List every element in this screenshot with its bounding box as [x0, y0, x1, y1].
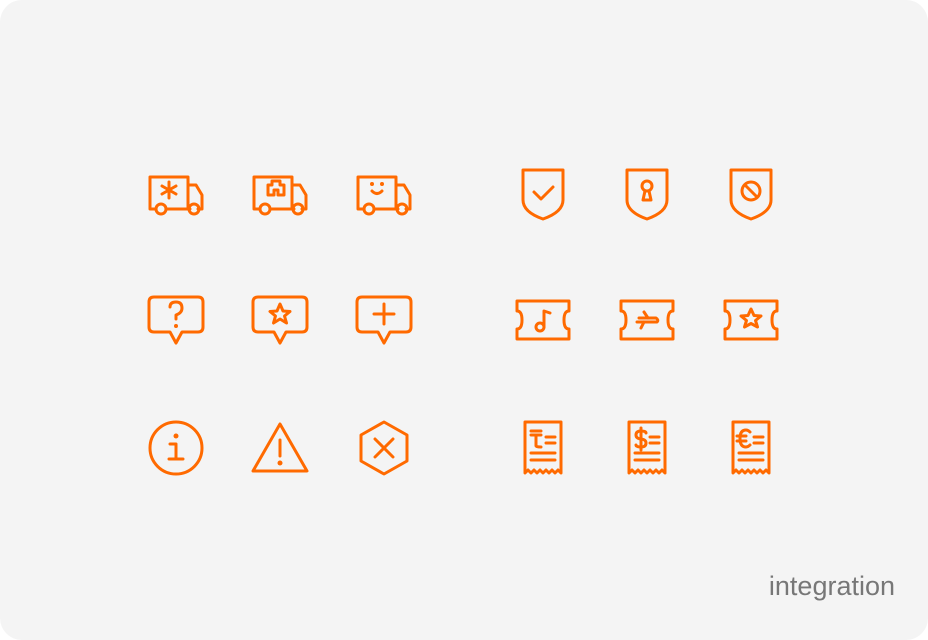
shield-keyhole-icon: [615, 162, 679, 226]
shield-check-icon: [511, 162, 575, 226]
warning-triangle-icon: [248, 416, 312, 480]
smile-truck-icon: [352, 162, 416, 226]
ticket-music-icon: [511, 289, 575, 353]
chat-plus-icon: [352, 289, 416, 353]
icon-set-card: integration: [0, 0, 928, 640]
chat-star-icon: [248, 289, 312, 353]
ambulance-icon: [144, 162, 208, 226]
info-circle-icon: [144, 416, 208, 480]
ticket-plane-icon: [615, 289, 679, 353]
caption-label: integration: [768, 571, 895, 601]
receipt-tenge-icon: [511, 416, 575, 480]
receipt-dollar-icon: [615, 416, 679, 480]
hexagon-close-icon: [352, 416, 416, 480]
shield-prohibited-icon: [719, 162, 783, 226]
receipt-euro-icon: [719, 416, 783, 480]
chat-question-icon: [144, 289, 208, 353]
ticket-star-icon: [719, 289, 783, 353]
hospital-van-icon: [248, 162, 312, 226]
